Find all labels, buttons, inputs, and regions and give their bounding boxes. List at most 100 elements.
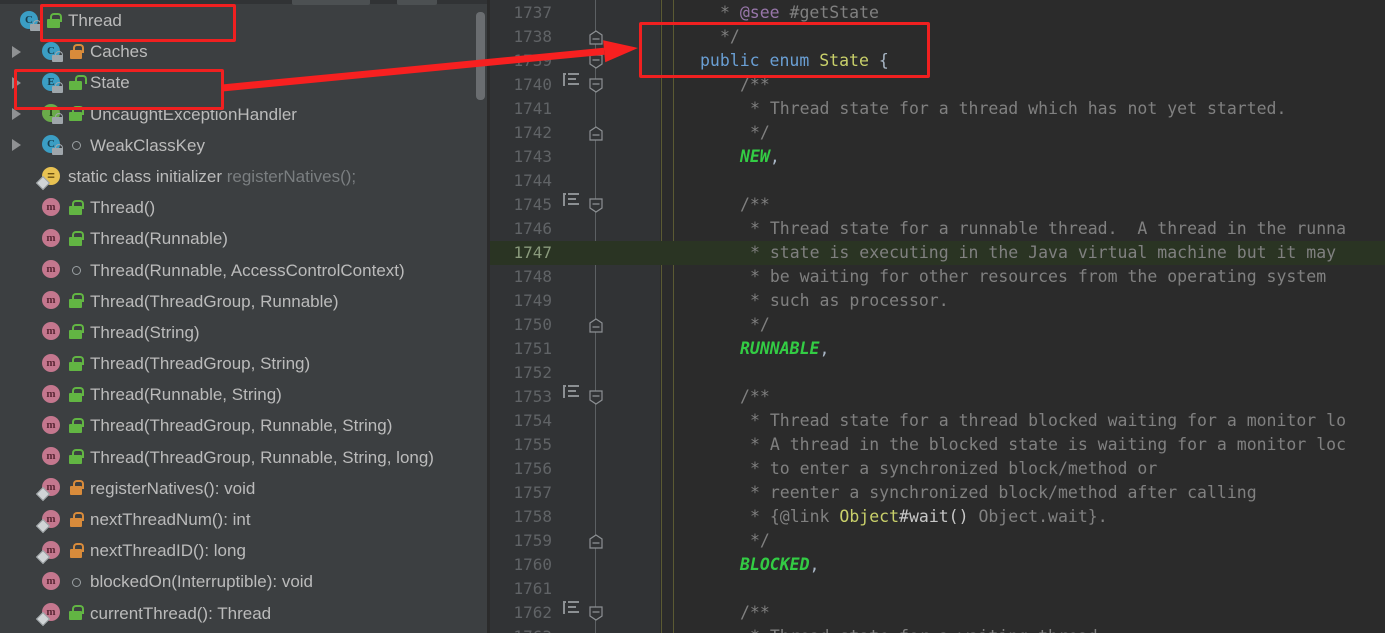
editor-line-1753[interactable]: 1753 /** (490, 385, 1385, 409)
editor-line-1758[interactable]: 1758 * {@link Object#wait() Object.wait}. (490, 505, 1385, 529)
line-content: */ (750, 315, 770, 334)
line-number: 1739 (513, 51, 552, 70)
editor-line-1761[interactable]: 1761 (490, 577, 1385, 601)
fold-start-icon[interactable] (588, 197, 604, 213)
fold-end-icon[interactable] (588, 125, 604, 141)
line-content: */ (750, 123, 770, 142)
method-icon: m (42, 416, 62, 436)
class-icon: C (20, 10, 41, 31)
line-number: 1759 (513, 531, 552, 550)
line-content: * Thread state for a runnable thread. A … (750, 219, 1347, 238)
javadoc-marker-icon[interactable] (563, 73, 579, 86)
tree-item-label: nextThreadNum(): int (90, 510, 251, 529)
tree-item-thread-6[interactable]: m Thread() (0, 192, 490, 223)
line-number: 1751 (513, 339, 552, 358)
class-icon: C (42, 135, 63, 156)
editor-line-1751[interactable]: 1751 RUNNABLE, (490, 337, 1385, 361)
editor-line-1750[interactable]: 1750 */ (490, 313, 1385, 337)
line-number: 1740 (513, 75, 552, 94)
tree-item-static-5[interactable]: = static class initializer registerNative… (0, 161, 490, 192)
tree-item-thread-13[interactable]: m Thread(ThreadGroup, Runnable, String) (0, 410, 490, 441)
tree-item-label: Thread(ThreadGroup, Runnable, String) (90, 416, 393, 436)
public-lock-icon (68, 418, 84, 434)
editor-line-1754[interactable]: 1754 * Thread state for a thread blocked … (490, 409, 1385, 433)
editor-line-1740[interactable]: 1740/** (490, 73, 1385, 97)
editor-line-1760[interactable]: 1760 BLOCKED, (490, 553, 1385, 577)
line-number: 1742 (513, 123, 552, 142)
tree-item-currentthread-19[interactable]: m currentThread(): Thread (0, 598, 490, 629)
tree-item-thread-12[interactable]: m Thread(Runnable, String) (0, 379, 490, 410)
line-number: 1750 (513, 315, 552, 334)
method-icon: m (42, 447, 62, 467)
method-static-icon: m (35, 478, 62, 502)
editor-line-1741[interactable]: 1741 * Thread state for a thread which ha… (490, 97, 1385, 121)
public-lock-icon (68, 324, 84, 340)
javadoc-marker-icon[interactable] (563, 385, 579, 398)
javadoc-marker-icon[interactable] (563, 601, 579, 614)
tree-item-nextthreadid-17[interactable]: m nextThreadID(): long (0, 535, 490, 566)
line-content: * A thread in the blocked state is waiti… (750, 435, 1347, 454)
editor-line-1757[interactable]: 1757 * reenter a synchronized block/metho… (490, 481, 1385, 505)
public-lock-icon (68, 293, 84, 309)
code-editor[interactable]: 1737 * @see #getState 1738 */1739 public enu… (490, 0, 1385, 633)
tree-item-thread-11[interactable]: m Thread(ThreadGroup, String) (0, 348, 490, 379)
line-number: 1763 (490, 625, 552, 633)
editor-line-1737[interactable]: 1737 * @see #getState (490, 1, 1385, 25)
editor-line-1748[interactable]: 1748 * be waiting for other resources fro… (490, 265, 1385, 289)
editor-line-1742[interactable]: 1742 */ (490, 121, 1385, 145)
line-content: * Thread state for a waiting thread. (750, 625, 1108, 633)
private-lock-icon (68, 43, 84, 60)
fold-start-icon[interactable] (588, 389, 604, 405)
method-icon: m (42, 571, 62, 592)
expand-arrow-icon[interactable] (12, 45, 21, 58)
fold-start-icon[interactable] (588, 77, 604, 93)
editor-line-1744[interactable]: 1744 (490, 169, 1385, 193)
fold-end-icon[interactable] (588, 533, 604, 549)
tree-item-thread-7[interactable]: m Thread(Runnable) (0, 223, 490, 254)
editor-line-1756[interactable]: 1756 * to enter a synchronized block/meth… (490, 457, 1385, 481)
line-content: RUNNABLE, (740, 339, 830, 358)
class-icon: C (42, 41, 63, 62)
tree-item-nextthreadnum-16[interactable]: m nextThreadNum(): int (0, 504, 490, 535)
tree-item-sublabel: registerNatives(); (226, 166, 357, 186)
structure-tree-scrollbar[interactable] (476, 12, 485, 100)
line-content: /** (740, 195, 770, 214)
tree-item-thread-9[interactable]: m Thread(ThreadGroup, Runnable) (0, 286, 490, 317)
line-content: * Thread state for a thread which has no… (750, 99, 1287, 118)
public-lock-icon (68, 355, 84, 372)
editor-line-1762[interactable]: 1762 /** (490, 601, 1385, 625)
tree-item-thread-10[interactable]: m Thread(String) (0, 317, 490, 348)
editor-line-1752[interactable]: 1752 (490, 361, 1385, 385)
fold-end-icon[interactable] (588, 29, 604, 45)
tree-item-label: Thread(String) (90, 322, 200, 342)
line-content: /** (740, 387, 770, 406)
editor-line-1763[interactable]: 1763 * Thread state for a waiting thread. (490, 625, 1385, 633)
tree-item-weakclasskey-4[interactable]: C WeakClassKey (0, 130, 490, 161)
editor-line-1739[interactable]: 1739 public enum State { (490, 49, 1385, 73)
method-icon: m (42, 197, 62, 218)
fold-end-icon[interactable] (588, 317, 604, 333)
expand-arrow-icon[interactable] (12, 139, 21, 152)
tree-item-thread-14[interactable]: m Thread(ThreadGroup, Runnable, String, l… (0, 442, 490, 473)
editor-line-1759[interactable]: 1759 */ (490, 529, 1385, 553)
editor-line-1745[interactable]: 1745 /** (490, 193, 1385, 217)
tree-item-thread-8[interactable]: m Thread(Runnable, AccessControlContext) (0, 255, 490, 286)
line-number: 1755 (513, 435, 552, 454)
editor-line-1747[interactable]: 1747 * state is executing in the Java vir… (490, 241, 1385, 265)
editor-line-1738[interactable]: 1738 */ (490, 25, 1385, 49)
screenshot-root: C Thread C Caches E State I UncaughtExceptionHa… (0, 0, 1385, 633)
editor-line-1743[interactable]: 1743 NEW, (490, 145, 1385, 169)
javadoc-marker-icon[interactable] (563, 193, 579, 206)
editor-line-1749[interactable]: 1749 * such as processor. (490, 289, 1385, 313)
public-lock-icon (68, 230, 84, 247)
public-lock-icon (68, 605, 84, 621)
fold-start-icon[interactable] (588, 605, 604, 621)
method-icon: m (42, 384, 62, 405)
editor-line-1746[interactable]: 1746 * Thread state for a runnable thread… (490, 217, 1385, 241)
tree-item-blockedon-18[interactable]: m blockedOn(Interruptible): void (0, 566, 490, 597)
tree-item-registernatives-15[interactable]: m registerNatives(): void (0, 473, 490, 504)
editor-line-1755[interactable]: 1755 * A thread in the blocked state is w… (490, 433, 1385, 457)
fold-start-icon[interactable] (588, 53, 604, 69)
method-icon: m (42, 260, 62, 280)
method-static-icon: m (35, 540, 62, 564)
